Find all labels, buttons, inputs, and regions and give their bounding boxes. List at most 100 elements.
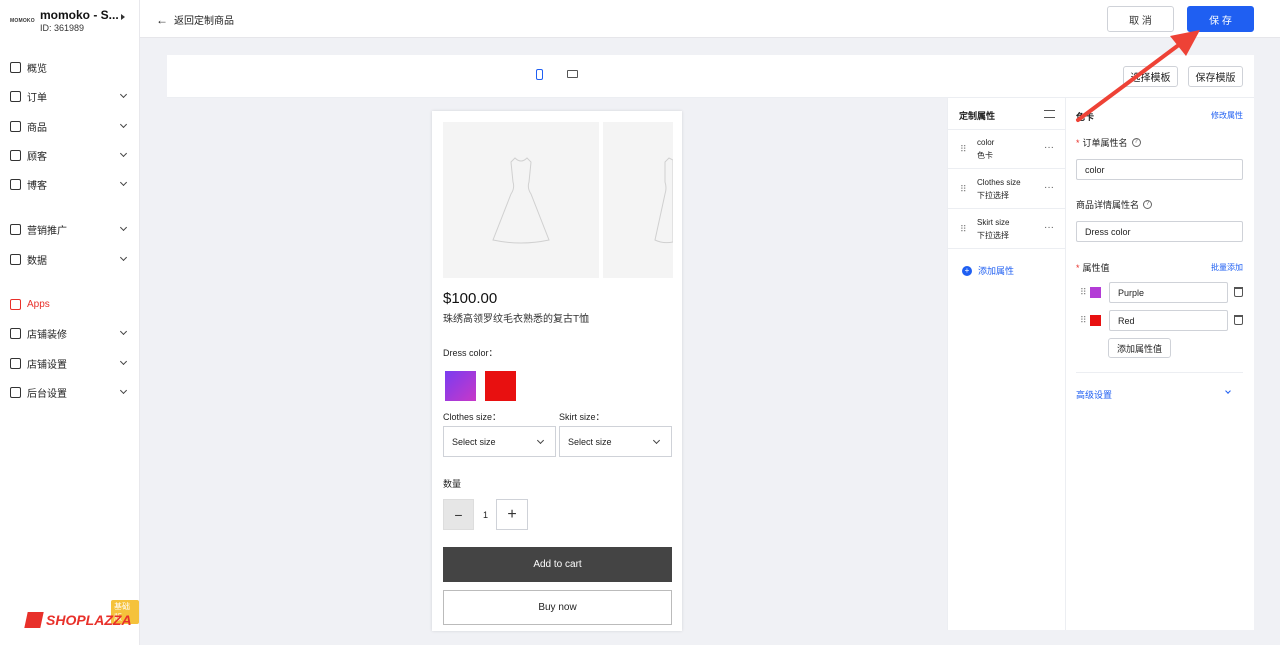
cancel-button[interactable]: 取 消	[1107, 6, 1174, 32]
sidebar-item-products[interactable]: 商品	[10, 116, 130, 136]
attribute-type-title: 色卡	[1076, 112, 1095, 122]
clothes-size-select[interactable]: Select size	[443, 426, 556, 457]
store-id: ID: 361989	[40, 23, 85, 33]
product-preview: $100.00 珠绣高领罗纹毛衣熟悉的复古T恤 Dress color： Clo…	[432, 111, 682, 631]
blog-icon	[10, 178, 21, 190]
product-image	[443, 122, 599, 278]
detail-attr-input[interactable]: Dress color	[1076, 221, 1243, 242]
attribute-item-skirt-size[interactable]: ⠿ Skirt size 下拉选择 ···	[948, 210, 1067, 249]
mobile-preview-icon[interactable]	[536, 69, 543, 80]
more-options-icon[interactable]: ···	[1044, 222, 1054, 233]
more-options-icon[interactable]: ···	[1044, 182, 1054, 193]
drag-handle-icon[interactable]: ⠿	[960, 224, 967, 235]
dress-placeholder-icon	[654, 157, 674, 244]
settings-icon	[10, 357, 21, 369]
batch-add-link[interactable]: 批量添加	[1211, 262, 1243, 273]
chevron-down-icon	[652, 436, 661, 445]
sidebar-item-theme[interactable]: 店铺装修	[10, 323, 130, 343]
quantity-increase-button[interactable]: +	[496, 499, 528, 530]
advanced-settings-toggle[interactable]: 高级设置	[1076, 388, 1112, 401]
arrow-left-icon: ←	[156, 12, 168, 27]
order-icon	[10, 90, 21, 102]
drag-handle-icon[interactable]: ⠿	[960, 144, 967, 155]
sidebar-item-overview[interactable]: 概览	[10, 57, 130, 77]
desktop-preview-icon[interactable]	[567, 70, 578, 78]
sidebar-item-admin-settings[interactable]: 后台设置	[10, 382, 130, 402]
more-options-icon[interactable]: ···	[1044, 142, 1054, 153]
editor-panel: 选择模板 保存模版 $100.00 珠绣高领罗纹毛衣熟悉的复古T恤 Dress …	[167, 55, 1254, 631]
theme-icon	[10, 327, 21, 339]
brand-logo: SHOPLAZZA	[24, 612, 132, 628]
attribute-item-clothes-size[interactable]: ⠿ Clothes size 下拉选择 ···	[948, 170, 1067, 209]
sidebar-item-store-settings[interactable]: 店铺设置	[10, 353, 130, 373]
chevron-down-icon	[119, 386, 128, 395]
sidebar-item-orders[interactable]: 订单	[10, 86, 130, 106]
divider	[1076, 372, 1243, 373]
analytics-icon	[10, 253, 21, 265]
sidebar-item-analytics[interactable]: 数据	[10, 249, 130, 269]
shoplazza-logo-icon	[24, 612, 44, 628]
attribute-item-color[interactable]: ⠿ color 色卡 ···	[948, 130, 1067, 169]
drag-handle-icon[interactable]: ⠿	[960, 184, 967, 195]
add-value-button[interactable]: 添加属性值	[1108, 338, 1171, 358]
values-label: * 属性值	[1076, 262, 1110, 274]
buy-now-button[interactable]: Buy now	[443, 590, 672, 625]
color-chip[interactable]	[1090, 287, 1101, 298]
trash-icon[interactable]	[1234, 287, 1243, 297]
sidebar-item-apps[interactable]: Apps	[10, 294, 130, 314]
add-to-cart-button[interactable]: Add to cart	[443, 547, 672, 582]
drag-handle-icon[interactable]: ⠿	[1080, 315, 1087, 326]
plus-circle-icon: +	[962, 265, 972, 276]
skirt-size-select[interactable]: Select size	[559, 426, 672, 457]
sidebar-item-blog[interactable]: 博客	[10, 174, 130, 194]
sidebar-item-marketing[interactable]: 营销推广	[10, 219, 130, 239]
drag-handle-icon[interactable]: ⠿	[1080, 287, 1087, 298]
dashboard-icon	[10, 61, 21, 73]
save-template-button[interactable]: 保存模版	[1188, 66, 1243, 87]
attribute-config: 色卡 修改属性 * 订单属性名? color 商品详情属性名? Dress col…	[1066, 98, 1254, 630]
dress-color-label: Dress color：	[443, 348, 498, 358]
attribute-list-title: 定制属性	[959, 111, 996, 121]
value-input[interactable]: Purple	[1109, 282, 1228, 303]
chevron-down-icon	[119, 178, 128, 187]
caret-right-icon	[121, 14, 125, 20]
apps-icon	[10, 298, 21, 310]
detail-attr-label: 商品详情属性名?	[1076, 198, 1153, 211]
chevron-down-icon[interactable]	[1225, 388, 1231, 394]
attribute-list: 定制属性 ⠿ color 色卡 ··· ⠿ Clothes size 下拉选择 …	[947, 98, 1067, 630]
sort-icon[interactable]	[1044, 110, 1055, 118]
editor-toolbar: 选择模板 保存模版	[167, 55, 1254, 98]
chevron-down-icon	[119, 90, 128, 99]
select-template-button[interactable]: 选择模板	[1123, 66, 1178, 87]
quantity-label: 数量	[443, 479, 462, 489]
sidebar-item-customers[interactable]: 顾客	[10, 145, 130, 165]
edit-attribute-link[interactable]: 修改属性	[1211, 110, 1243, 121]
chevron-down-icon	[119, 357, 128, 366]
preview-canvas: $100.00 珠绣高领罗纹毛衣熟悉的复古T恤 Dress color： Clo…	[167, 98, 947, 631]
product-price: $100.00	[443, 290, 498, 307]
add-attribute-button[interactable]: + 添加属性	[962, 264, 1014, 277]
help-icon[interactable]: ?	[1131, 138, 1141, 147]
swatch-purple[interactable]	[445, 371, 476, 401]
color-chip[interactable]	[1090, 315, 1101, 326]
attribute-list-header: 定制属性	[948, 98, 1067, 130]
quantity-value: 1	[483, 510, 489, 520]
value-row: ⠿ Red	[1080, 310, 1246, 331]
value-input[interactable]: Red	[1109, 310, 1228, 331]
store-name: momoko - S...	[40, 8, 119, 22]
store-switcher[interactable]: MOMOKO momoko - S... ID: 361989	[10, 8, 135, 38]
chevron-down-icon	[119, 120, 128, 129]
chevron-down-icon	[536, 436, 545, 445]
product-image-secondary	[603, 122, 674, 278]
save-button[interactable]: 保 存	[1187, 6, 1254, 32]
swatch-red[interactable]	[485, 371, 516, 401]
store-logo: MOMOKO	[10, 18, 35, 24]
marketing-icon	[10, 223, 21, 235]
quantity-decrease-button[interactable]: −	[443, 499, 474, 530]
help-icon[interactable]: ?	[1143, 200, 1153, 209]
back-link[interactable]: ← 返回定制商品	[156, 12, 234, 28]
chevron-down-icon	[119, 327, 128, 336]
dress-placeholder-icon	[492, 157, 550, 244]
order-attr-input[interactable]: color	[1076, 159, 1243, 180]
trash-icon[interactable]	[1234, 315, 1243, 325]
